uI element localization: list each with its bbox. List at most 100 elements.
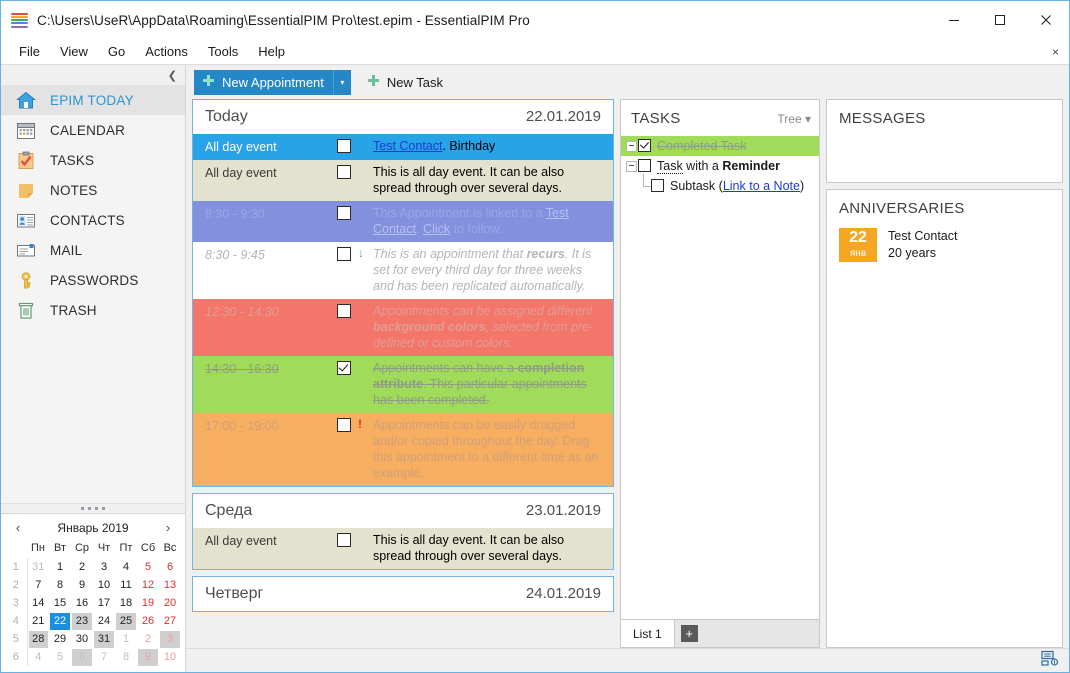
appointment-link[interactable]: Click [423,222,450,236]
calendar-day[interactable]: 15 [49,594,71,612]
appointment-row[interactable]: All day event Test Contact. Birthday [193,134,613,160]
maximize-button[interactable] [977,1,1023,39]
calendar-day[interactable]: 26 [137,612,159,630]
sidebar-item-epim-today[interactable]: EPIM TODAY [1,85,185,115]
task-row[interactable]: Task with a Reminder [621,156,819,176]
sidebar-item-calendar[interactable]: CALENDAR [1,115,185,145]
calendar-day[interactable]: 25 [115,612,137,630]
calendar-day[interactable]: 22 [49,612,71,630]
next-month-button[interactable]: › [161,520,175,535]
calendar-day[interactable]: 9 [137,648,159,666]
calendar-day[interactable]: 11 [115,576,137,594]
calendar-day[interactable]: 3 [159,630,181,648]
calendar-day[interactable]: 6 [159,558,181,576]
appointment-row[interactable]: 17:00 - 19:00! Appointments can be easily… [193,413,613,486]
calendar-day[interactable]: 20 [159,594,181,612]
sidebar-item-notes[interactable]: NOTES [1,175,185,205]
calendar-day[interactable]: 12 [137,576,159,594]
sidebar-item-tasks[interactable]: TASKS [1,145,185,175]
appointment-checkbox[interactable] [337,247,351,261]
calendar-day[interactable]: 28 [27,630,49,648]
calendar-day[interactable]: 4 [27,648,49,666]
sidebar-splitter[interactable] [1,503,185,513]
appointment-checkbox[interactable] [337,418,351,432]
calendar-day[interactable]: 10 [159,648,181,666]
expander-icon[interactable] [625,138,638,154]
appointment-row[interactable]: 12:30 - 14:30 Appointments can be assigne… [193,299,613,356]
menu-actions[interactable]: Actions [135,41,198,62]
appointment-checkbox[interactable] [337,139,351,153]
menu-tools[interactable]: Tools [198,41,248,62]
appointment-row[interactable]: 8:30 - 9:30 This Appointment is linked to… [193,201,613,242]
tab-list-1[interactable]: List 1 [621,620,675,647]
calendar-day[interactable]: 3 [93,558,115,576]
appointment-row[interactable]: 8:30 - 9:45 ↓ This is an appointment that … [193,242,613,299]
sidebar-item-contacts[interactable]: CONTACTS [1,205,185,235]
appointment-row[interactable]: All day event This is all day event. It c… [193,160,613,201]
calendar-day[interactable]: 6 [71,648,93,666]
appointment-checkbox[interactable] [337,165,351,179]
appointment-checkbox[interactable] [337,304,351,318]
appointment-checkbox[interactable] [337,533,351,547]
calendar-day[interactable]: 21 [27,612,49,630]
calendar-day[interactable]: 8 [49,576,71,594]
calendar-day[interactable]: 31 [93,630,115,648]
calendar-day[interactable]: 17 [93,594,115,612]
anniversary-item[interactable]: 22 янв Test Contact 20 years [839,228,1050,263]
appointment-checkbox[interactable] [337,206,351,220]
task-link[interactable]: Link to a Note [723,179,800,193]
new-appointment-dropdown[interactable]: ▾ [332,69,351,95]
menu-help[interactable]: Help [248,41,295,62]
add-list-button[interactable]: + [675,620,704,647]
calendar-day[interactable]: 16 [71,594,93,612]
calendar-day[interactable]: 23 [71,612,93,630]
calendar-day[interactable]: 27 [159,612,181,630]
appointment-link[interactable]: Test Contact [373,139,442,153]
close-document-icon[interactable]: × [1052,45,1059,59]
calendar-day[interactable]: 19 [137,594,159,612]
menu-view[interactable]: View [50,41,98,62]
calendar-day[interactable]: 5 [49,648,71,666]
sidebar-item-trash[interactable]: TRASH [1,295,185,325]
calendar-day[interactable]: 2 [137,630,159,648]
calendar-day[interactable]: 18 [115,594,137,612]
task-checkbox[interactable] [638,139,651,152]
task-checkbox[interactable] [638,159,651,172]
calendar-day[interactable]: 5 [137,558,159,576]
calendar-day[interactable]: 29 [49,630,71,648]
menu-file[interactable]: File [9,41,50,62]
prev-month-button[interactable]: ‹ [11,520,25,535]
appointment-checkbox[interactable] [337,361,351,375]
calendar-day[interactable]: 14 [27,594,49,612]
calendar-day[interactable]: 1 [49,558,71,576]
calendar-day[interactable]: 8 [115,648,137,666]
calendar-day[interactable]: 2 [71,558,93,576]
menu-go[interactable]: Go [98,41,135,62]
minimize-button[interactable] [931,1,977,39]
calendar-day[interactable]: 4 [115,558,137,576]
calendar-day[interactable]: 13 [159,576,181,594]
task-checkbox[interactable] [651,179,664,192]
task-row[interactable]: Subtask (Link to a Note) [621,174,819,196]
new-task-button[interactable]: New Task [359,70,451,95]
expander-icon[interactable] [625,158,638,174]
new-appointment-button[interactable]: New Appointment ▾ [194,69,351,95]
calendar-day[interactable]: 10 [93,576,115,594]
close-button[interactable] [1023,1,1069,39]
calendar-day[interactable]: 7 [93,648,115,666]
calendar-day[interactable]: 24 [93,612,115,630]
tasks-view-mode-dropdown[interactable]: Tree ▾ [777,112,811,126]
appointment-row[interactable]: All day event This is all day event. It c… [193,528,613,569]
task-row[interactable]: Completed Task [621,136,819,156]
calendar-day[interactable]: 30 [71,630,93,648]
calendar-day[interactable]: 1 [115,630,137,648]
sync-icon[interactable] [1041,650,1059,671]
sidebar-collapse-button[interactable]: ❮ [1,65,185,85]
calendar-day[interactable]: 9 [71,576,93,594]
sidebar-item-passwords[interactable]: PASSWORDS [1,265,185,295]
calendar-day[interactable]: 31 [27,558,49,576]
calendar-day[interactable]: 7 [27,576,49,594]
notes-icon [15,179,37,201]
sidebar-item-mail[interactable]: MAIL [1,235,185,265]
appointment-row[interactable]: 14:30 - 16:30 Appointments can have a com… [193,356,613,413]
